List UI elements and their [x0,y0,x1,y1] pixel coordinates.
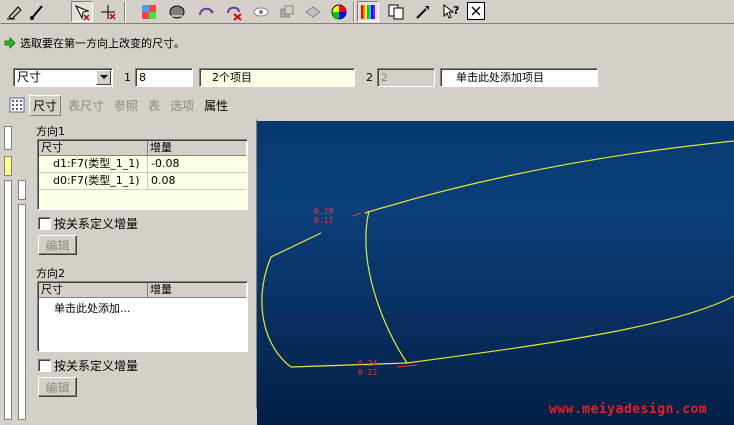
edit-pencil-icon[interactable] [4,1,26,22]
delete-view-icon[interactable] [223,1,245,22]
eye-icon[interactable] [250,1,272,22]
tree-strip [4,156,12,176]
tab-table[interactable]: 表 [145,96,163,115]
direction1-relation-checkbox[interactable]: 按关系定义增量 [38,215,138,232]
color-wheel-icon[interactable] [328,1,350,22]
display-icon[interactable] [302,1,324,22]
checkbox-label: 按关系定义增量 [54,217,139,231]
selector-row: 尺寸 1 8 2个项目 2 2 单击此处添加项目 [0,66,734,90]
tree-strip [4,126,12,150]
column-header-increment[interactable]: 增量 [148,283,246,298]
checkbox-box[interactable] [38,217,51,230]
dim-value: 0.17 [314,216,334,225]
move-arrows-icon[interactable] [97,1,119,22]
tree-strip [18,204,26,420]
dimension-label-bottom[interactable]: 0.24 0.22 [358,359,377,377]
table-row[interactable]: d1:F7(类型_1_1) -0.08 [39,156,246,173]
middle-arc-curve[interactable] [365,210,408,364]
direction2-table[interactable]: 尺寸 增量 单击此处添加... [37,281,248,352]
dimension-type-select[interactable]: 尺寸 [13,68,113,87]
edit-line-icon[interactable] [26,1,48,22]
checkbox-box[interactable] [38,359,51,372]
shading-icon[interactable] [138,1,160,22]
copy-icon[interactable] [385,1,407,22]
model-color-icon[interactable] [166,1,188,22]
direction2-add-hint[interactable]: 单击此处添加... [54,300,131,316]
toolbar-separator [353,2,355,22]
move-select-icon[interactable] [71,1,93,22]
dim-value: 0.22 [358,368,378,377]
layer-icon[interactable] [276,1,298,22]
whats-this-icon[interactable]: ? [440,1,462,22]
direction1-edit-button[interactable]: 编辑 [38,235,77,255]
dimension-label-top[interactable]: 0.19 0.17 [314,207,333,225]
direction1-title: 方向1 [36,125,65,138]
message-prompt: 选取要在第一方向上改变的尺寸。 [0,30,734,56]
tab-properties[interactable]: 属性 [201,96,231,115]
dim-value: 0.19 [314,207,334,216]
direction1-label: 1 [124,71,131,84]
column-header-dimension[interactable]: 尺寸 [39,141,148,156]
direction1-items-field[interactable]: 2个项目 [199,68,355,87]
dimension-arrow [396,364,418,368]
direction1-table[interactable]: 尺寸 增量 d1:F7(类型_1_1) -0.08 d0:F7(类型_1_1) … [37,139,248,210]
bottom-curve[interactable] [406,295,734,364]
table-row[interactable]: d0:F7(类型_1_1) 0.08 [39,173,246,190]
pattern-dimensions-panel: 方向1 尺寸 增量 d1:F7(类型_1_1) -0.08 d0:F7(类型_1… [31,119,257,409]
left-spline-curve[interactable] [261,232,408,368]
dim-value: 0.24 [358,359,378,368]
tab-dimensions[interactable]: 尺寸 [29,94,62,116]
direction2-relation-checkbox[interactable]: 按关系定义增量 [38,357,138,374]
chevron-down-icon[interactable] [96,70,111,85]
increment-cell[interactable]: -0.08 [148,156,246,173]
checkbox-label: 按关系定义增量 [54,359,139,373]
direction2-table-header: 尺寸 增量 [39,283,246,298]
top-arc-curve[interactable] [364,140,734,214]
watermark-text: www.meiyadesign.com [549,402,708,417]
tool-icon[interactable] [412,1,434,22]
tab-table-dimensions[interactable]: 表尺寸 [65,96,107,115]
graphics-window[interactable] [257,121,734,425]
prompt-text: 选取要在第一方向上改变的尺寸。 [20,37,185,50]
column-header-dimension[interactable]: 尺寸 [39,283,148,298]
tree-strip [18,180,26,200]
dimension-cell[interactable]: d1:F7(类型_1_1) [39,156,148,173]
sketch-geometry [261,140,734,368]
dimension-arrow [352,212,362,217]
dimension-cell[interactable]: d0:F7(类型_1_1) [39,173,148,190]
green-arrow-icon [4,37,16,49]
direction2-count-input: 2 [377,68,435,87]
direction2-title: 方向2 [36,267,65,280]
panel-tabs: 尺寸 表尺寸 参照 表 选项 属性 [0,94,260,116]
direction1-table-header: 尺寸 增量 [39,141,246,156]
direction2-edit-button[interactable]: 编辑 [38,377,77,397]
spin-icon[interactable] [195,1,217,22]
close-icon[interactable] [467,2,485,20]
svg-text:?: ? [453,4,459,17]
direction2-add-item-field[interactable]: 单击此处添加项目 [440,68,598,87]
direction2-label: 2 [366,71,373,84]
main-toolbar: ? [0,0,734,24]
tab-references[interactable]: 参照 [111,96,141,115]
palette-icon[interactable] [357,1,379,22]
grid-icon[interactable] [9,97,25,113]
direction1-count-input[interactable]: 8 [135,68,193,87]
tab-options[interactable]: 选项 [167,96,197,115]
column-header-increment[interactable]: 增量 [148,141,246,156]
tree-strip [4,180,12,420]
increment-cell[interactable]: 0.08 [148,173,246,190]
dimension-type-value: 尺寸 [17,70,42,84]
toolbar-separator [124,2,126,22]
